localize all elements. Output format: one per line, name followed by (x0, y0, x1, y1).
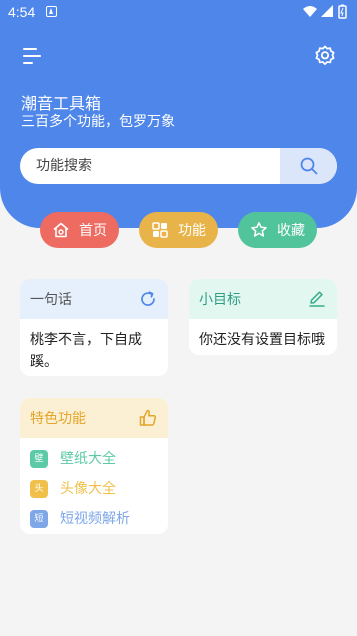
notification-icon (46, 6, 57, 17)
feature-label: 短视频解析 (60, 511, 130, 527)
feature-label: 壁纸大全 (60, 451, 116, 467)
special-features-list: 壁 壁纸大全 头 头像大全 短 短视频解析 (20, 438, 168, 534)
sentence-card-header: 一句话 (20, 279, 168, 319)
app-subtitle: 三百多个功能，包罗万象 (21, 114, 175, 130)
home-icon (52, 221, 70, 239)
signal-icon (321, 5, 333, 17)
feature-badge: 壁 (30, 450, 48, 468)
grid-icon (151, 221, 169, 239)
search-input[interactable] (20, 148, 280, 184)
nav-favorites-button[interactable]: 收藏 (238, 212, 317, 248)
feature-avatars[interactable]: 头 头像大全 (30, 474, 158, 504)
header-banner: 4:54 潮音工具箱 三百多个功能，包罗万象 功能搜索 (0, 0, 357, 228)
search-button[interactable] (280, 148, 337, 184)
search-icon (300, 157, 317, 175)
thumbs-up-icon (138, 408, 158, 428)
settings-button[interactable] (313, 43, 337, 67)
status-icons (301, 4, 351, 24)
goal-text: 你还没有设置目标哦 (199, 332, 325, 348)
goal-card-header: 小目标 (189, 279, 337, 319)
feature-badge: 头 (30, 480, 48, 498)
goal-card-title: 小目标 (199, 292, 241, 308)
app-page: 4:54 潮音工具箱 三百多个功能，包罗万象 功能搜索 首页 功能 收藏 一句话… (0, 0, 357, 636)
feature-badge: 短 (30, 510, 48, 528)
feature-label: 头像大全 (60, 481, 116, 497)
sentence-card-title: 一句话 (30, 292, 72, 308)
nav-features-button[interactable]: 功能 (139, 212, 218, 248)
menu-button[interactable] (20, 46, 44, 66)
refresh-icon[interactable] (138, 289, 158, 309)
star-icon (250, 221, 268, 239)
feature-wallpapers[interactable]: 壁 壁纸大全 (30, 444, 158, 474)
special-features-card: 特色功能 壁 壁纸大全 头 头像大全 短 短视频解析 (20, 398, 168, 534)
sentence-text: 桃李不言，下自成蹊。 (30, 332, 142, 370)
feature-video-parser[interactable]: 短 短视频解析 (30, 504, 158, 534)
nav-features-label: 功能 (178, 223, 206, 239)
sentence-card: 一句话 桃李不言，下自成蹊。 (20, 279, 168, 376)
goal-card: 小目标 你还没有设置目标哦 (189, 279, 337, 355)
status-bar: 4:54 (0, 0, 357, 24)
gear-icon (315, 45, 335, 65)
special-card-title: 特色功能 (30, 411, 86, 427)
battery-icon (338, 4, 347, 19)
special-card-header: 特色功能 (20, 398, 168, 438)
wifi-icon (303, 6, 317, 17)
edit-icon[interactable] (307, 289, 327, 309)
status-time: 4:54 (8, 4, 36, 20)
nav-favorites-label: 收藏 (277, 223, 305, 239)
nav-home-button[interactable]: 首页 (40, 212, 119, 248)
search-bar (20, 148, 337, 184)
nav-home-label: 首页 (79, 223, 107, 239)
menu-icon (23, 48, 41, 64)
